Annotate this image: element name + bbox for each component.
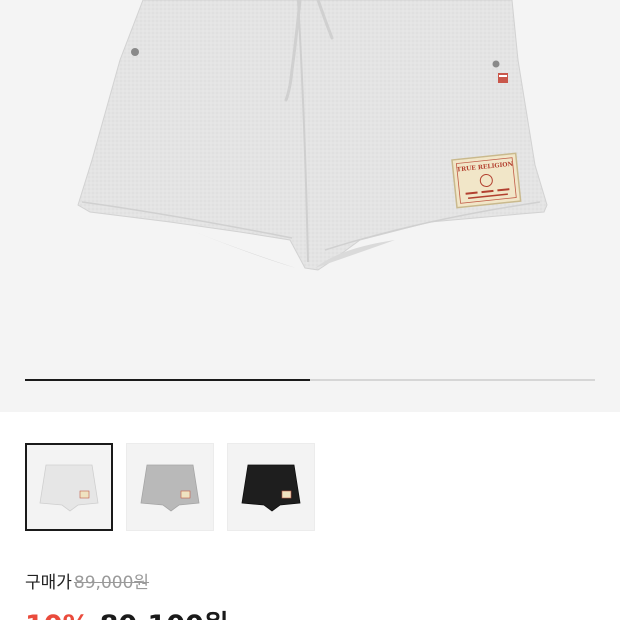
sale-price: 80,100원 [100,603,229,620]
thumbnail-light-gray[interactable] [25,443,113,531]
product-image-viewer[interactable]: TRUE RELIGION [0,0,620,412]
sale-price-row: 10% 80,100원 [25,603,229,620]
buy-price-label: 구매가 [25,573,72,593]
image-progress-bar[interactable] [25,379,595,381]
product-image: TRUE RELIGION [77,0,548,271]
thumbnail-gray[interactable] [126,443,214,531]
brand-patch: TRUE RELIGION [451,152,522,209]
discount-rate: 10% [25,610,90,620]
shorts-thumbnail-icon [39,464,99,512]
original-price: 89,000원 [73,573,150,593]
image-progress-fill [25,379,310,381]
thumbnail-black[interactable] [227,443,315,531]
buy-price-row: 구매가 89,000원 [25,568,229,593]
thumbnail-strip [25,443,315,531]
shorts-thumbnail-icon [241,464,301,512]
shorts-thumbnail-icon [140,464,200,512]
price-block: 구매가 89,000원 10% 80,100원 [25,568,229,620]
